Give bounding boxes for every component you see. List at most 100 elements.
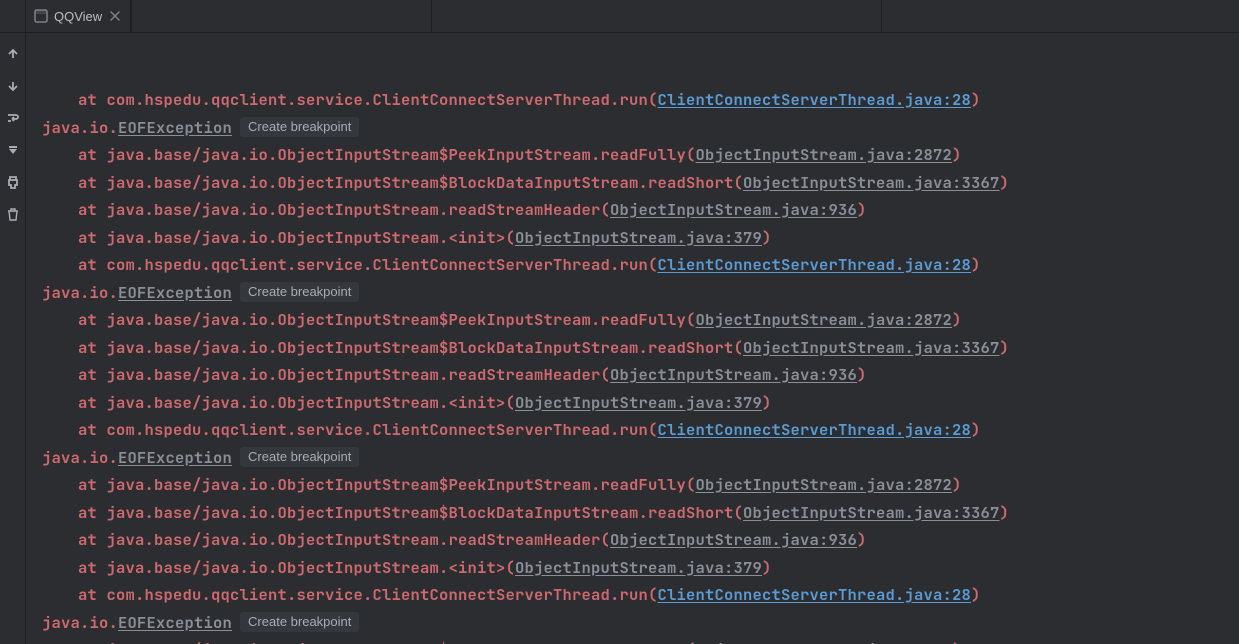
source-link[interactable]: ObjectInputStream.java:936 [610,364,857,385]
exception-package: java.io. [42,612,118,633]
source-link[interactable]: ObjectInputStream.java:379 [515,392,762,413]
stack-close: ) [952,309,962,330]
create-breakpoint-button[interactable]: Create breakpoint [240,612,359,632]
console-line: at java.base/java.io.ObjectInputStream$P… [42,141,1239,169]
stack-close: ) [952,144,962,165]
console-line: at java.base/java.io.ObjectInputStream$P… [42,306,1239,334]
console-line: java.io.EOFException Create breakpoint [42,444,1239,472]
console-line: at com.hspedu.qqclient.service.ClientCon… [42,416,1239,444]
console-line: at java.base/java.io.ObjectInputStream$B… [42,169,1239,197]
down-stack-button[interactable] [4,77,22,95]
console-line: at java.base/java.io.ObjectInputStream$B… [42,499,1239,527]
soft-wrap-button[interactable] [4,109,22,127]
console-line: at java.base/java.io.ObjectInputStream.r… [42,196,1239,224]
tabbar-segment [881,0,1041,32]
exception-package: java.io. [42,447,118,468]
console-line: java.io.EOFException Create breakpoint [42,114,1239,142]
source-link[interactable]: ObjectInputStream.java:2872 [696,144,953,165]
editor-tabbar: QQView [0,0,1239,33]
console-line: at java.base/java.io.ObjectInputStream.r… [42,526,1239,554]
console-line: at com.hspedu.qqclient.service.ClientCon… [42,581,1239,609]
console-line: java.io.EOFException Create breakpoint [42,609,1239,637]
stack-at: at java.base/java.io.ObjectInputStream.<… [78,557,515,578]
stack-at: at com.hspedu.qqclient.service.ClientCon… [78,584,658,605]
stack-at: at com.hspedu.qqclient.service.ClientCon… [78,419,658,440]
stack-at: at com.hspedu.qqclient.service.ClientCon… [78,89,658,110]
stack-at: at java.base/java.io.ObjectInputStream.<… [78,227,515,248]
exception-class-link[interactable]: EOFException [118,612,232,633]
tab-label: QQView [54,9,102,24]
stack-at: at java.base/java.io.ObjectInputStream$B… [78,337,743,358]
source-link[interactable]: ObjectInputStream.java:3367 [743,337,1000,358]
stack-close: ) [971,89,981,110]
source-link[interactable]: ObjectInputStream.java:3367 [743,502,1000,523]
stack-close: ) [952,474,962,495]
source-link[interactable]: ObjectInputStream.java:936 [610,199,857,220]
source-link[interactable]: ObjectInputStream.java:2872 [696,474,953,495]
console-line: at java.base/java.io.ObjectInputStream$B… [42,334,1239,362]
stack-close: ) [857,529,867,550]
stack-close: ) [952,639,962,644]
stack-close: ) [1000,502,1010,523]
stack-at: at java.base/java.io.ObjectInputStream$P… [78,309,696,330]
source-link[interactable]: ClientConnectServerThread.java:28 [658,419,972,440]
console-line: at java.base/java.io.ObjectInputStream$P… [42,636,1239,644]
print-button[interactable] [4,173,22,191]
console-line: at java.base/java.io.ObjectInputStream$P… [42,471,1239,499]
stack-at: at java.base/java.io.ObjectInputStream$P… [78,474,696,495]
source-link[interactable]: ClientConnectServerThread.java:28 [658,584,972,605]
tabbar-left-gutter [0,0,26,32]
source-link[interactable]: ClientConnectServerThread.java:28 [658,89,972,110]
stack-close: ) [971,419,981,440]
create-breakpoint-button[interactable]: Create breakpoint [240,447,359,467]
console-line: at java.base/java.io.ObjectInputStream.<… [42,224,1239,252]
create-breakpoint-button[interactable]: Create breakpoint [240,282,359,302]
source-link[interactable]: ObjectInputStream.java:2872 [696,309,953,330]
exception-package: java.io. [42,282,118,303]
stack-close: ) [762,227,772,248]
stack-close: ) [1000,172,1010,193]
stack-at: at java.base/java.io.ObjectInputStream.<… [78,392,515,413]
scroll-to-end-button[interactable] [4,141,22,159]
source-link[interactable]: ObjectInputStream.java:379 [515,227,762,248]
close-icon[interactable] [110,11,120,21]
console-line: at com.hspedu.qqclient.service.ClientCon… [42,251,1239,279]
source-link[interactable]: ObjectInputStream.java:2872 [696,639,953,644]
stack-at: at java.base/java.io.ObjectInputStream$P… [78,144,696,165]
stack-close: ) [762,557,772,578]
stack-close: ) [762,392,772,413]
source-link[interactable]: ObjectInputStream.java:379 [515,557,762,578]
exception-class-link[interactable]: EOFException [118,447,232,468]
console-output[interactable]: at com.hspedu.qqclient.service.ClientCon… [26,33,1239,644]
console-line: at com.hspedu.qqclient.service.ClientCon… [42,86,1239,114]
tabbar-segment [431,0,881,32]
exception-package: java.io. [42,117,118,138]
stack-close: ) [857,364,867,385]
stack-at: at java.base/java.io.ObjectInputStream$B… [78,172,743,193]
exception-class-link[interactable]: EOFException [118,282,232,303]
source-link[interactable]: ClientConnectServerThread.java:28 [658,254,972,275]
up-stack-button[interactable] [4,45,22,63]
run-toolwindow-gutter [0,33,26,644]
console-line: java.io.EOFException Create breakpoint [42,279,1239,307]
console-line: at java.base/java.io.ObjectInputStream.<… [42,389,1239,417]
stack-at: at java.base/java.io.ObjectInputStream.r… [78,529,610,550]
stack-close: ) [857,199,867,220]
stack-close: ) [971,254,981,275]
stack-at: at java.base/java.io.ObjectInputStream.r… [78,364,610,385]
create-breakpoint-button[interactable]: Create breakpoint [240,117,359,137]
stack-close: ) [1000,337,1010,358]
console-line: at java.base/java.io.ObjectInputStream.r… [42,361,1239,389]
file-icon [34,9,48,23]
exception-class-link[interactable]: EOFException [118,117,232,138]
stack-at: at com.hspedu.qqclient.service.ClientCon… [78,254,658,275]
stack-at: at java.base/java.io.ObjectInputStream$P… [78,639,696,644]
stack-at: at java.base/java.io.ObjectInputStream.r… [78,199,610,220]
stack-at: at java.base/java.io.ObjectInputStream$B… [78,502,743,523]
tab-qqview[interactable]: QQView [26,0,131,32]
source-link[interactable]: ObjectInputStream.java:936 [610,529,857,550]
tabbar-segment [131,0,431,32]
stack-close: ) [971,584,981,605]
source-link[interactable]: ObjectInputStream.java:3367 [743,172,1000,193]
trash-button[interactable] [4,205,22,223]
